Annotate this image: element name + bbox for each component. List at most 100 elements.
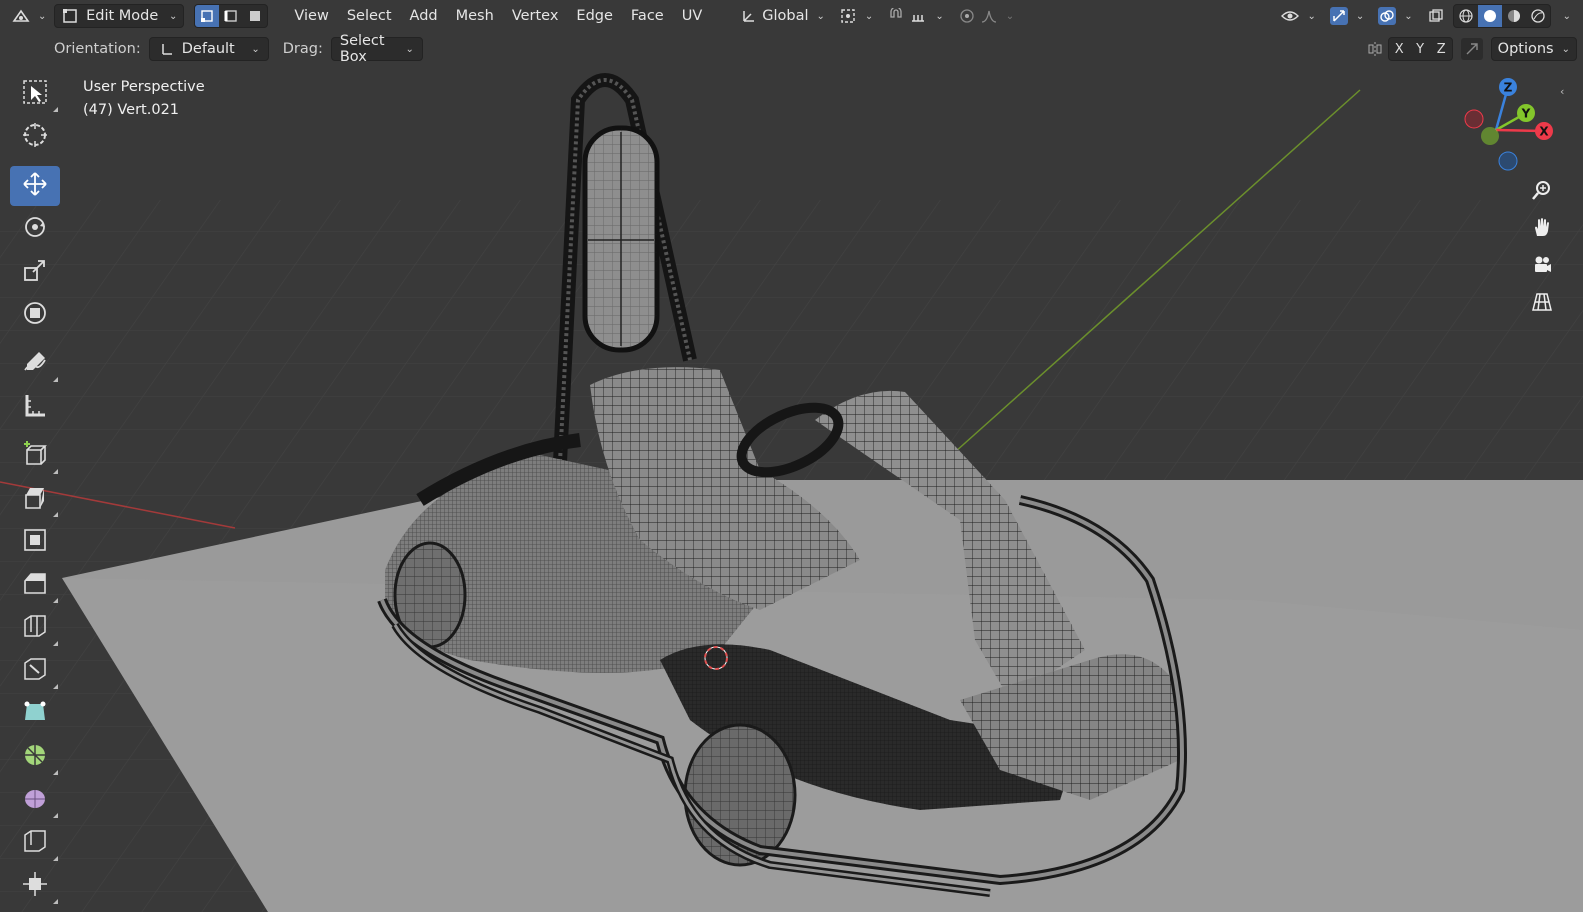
extrude-icon bbox=[21, 483, 49, 515]
grid-perspective-icon bbox=[1531, 291, 1553, 317]
object-info: (47) Vert.021 bbox=[83, 102, 180, 118]
spin-tool[interactable] bbox=[10, 737, 60, 777]
menu-select[interactable]: Select bbox=[339, 4, 400, 28]
add-cube-tool[interactable] bbox=[10, 436, 60, 476]
chevron-down-icon: ⌄ bbox=[1005, 10, 1015, 22]
menu-add[interactable]: Add bbox=[402, 4, 446, 28]
bevel-icon bbox=[21, 569, 49, 601]
chevron-down-icon: ⌄ bbox=[1355, 10, 1365, 22]
select-mode-group bbox=[194, 4, 269, 28]
transform-tool[interactable] bbox=[10, 295, 60, 335]
3d-viewport[interactable]: ⌄ Edit Mode ⌄ View Select Add Mesh Verte… bbox=[0, 0, 1583, 912]
edit-mode-icon bbox=[61, 7, 79, 25]
viewport-info: User Perspective (47) Vert.021 bbox=[83, 76, 205, 122]
orientation-dropdown[interactable]: Default ⌄ bbox=[148, 37, 269, 61]
pan-button[interactable] bbox=[1524, 211, 1560, 247]
chevron-down-icon: ⌄ bbox=[1307, 10, 1316, 22]
menu-edge[interactable]: Edge bbox=[568, 4, 621, 28]
visibility-dropdown[interactable]: ⌄ bbox=[1275, 4, 1321, 28]
sidebar-toggle[interactable]: ‹ bbox=[1560, 83, 1568, 98]
zoom-icon bbox=[1531, 179, 1553, 205]
snap-increment-icon bbox=[909, 7, 927, 25]
chevron-left-icon: ‹ bbox=[1560, 85, 1565, 98]
knife-tool[interactable] bbox=[10, 651, 60, 691]
shrink-fatten-tool[interactable] bbox=[10, 866, 60, 906]
edge-slide-icon bbox=[21, 827, 49, 859]
measure-tool[interactable] bbox=[10, 387, 60, 427]
menu-mesh[interactable]: Mesh bbox=[448, 4, 502, 28]
vertex-select-icon[interactable] bbox=[195, 5, 220, 27]
perspective-toggle-button[interactable] bbox=[1524, 286, 1560, 322]
scene-render bbox=[0, 0, 1583, 912]
mode-label: Edit Mode bbox=[86, 8, 159, 24]
rendered-shading-icon[interactable] bbox=[1526, 5, 1550, 27]
chevron-down-icon: ⌄ bbox=[1561, 43, 1570, 55]
options-label: Options bbox=[1497, 41, 1554, 57]
proportional-icon bbox=[958, 7, 976, 25]
poly-build-tool[interactable] bbox=[10, 694, 60, 734]
gizmo-y-label: Y bbox=[1521, 107, 1531, 121]
menu-face[interactable]: Face bbox=[623, 4, 672, 28]
annotate-tool[interactable] bbox=[10, 344, 60, 384]
inset-tool[interactable] bbox=[10, 522, 60, 562]
wireframe-shading-icon[interactable] bbox=[1454, 5, 1478, 27]
overlays-toggle[interactable]: ⌄ bbox=[1372, 4, 1418, 28]
mirror-z-button[interactable]: Z bbox=[1431, 38, 1452, 60]
gizmo-z-label: Z bbox=[1504, 81, 1513, 95]
solid-shading-icon[interactable] bbox=[1477, 5, 1502, 27]
mirror-x-button[interactable]: X bbox=[1389, 38, 1410, 60]
chevron-down-icon: ⌄ bbox=[169, 10, 178, 22]
drag-dropdown[interactable]: Select Box ⌄ bbox=[330, 33, 423, 65]
zoom-button[interactable] bbox=[1524, 174, 1560, 210]
hand-icon bbox=[1531, 216, 1553, 242]
xray-toggle[interactable] bbox=[1421, 4, 1451, 28]
inset-icon bbox=[21, 526, 49, 558]
extrude-tool[interactable] bbox=[10, 479, 60, 519]
pivot-point-dropdown[interactable]: ⌄ bbox=[833, 4, 879, 28]
mirror-y-button[interactable]: Y bbox=[1410, 38, 1431, 60]
cursor-tool[interactable] bbox=[10, 117, 60, 157]
orientation-icon bbox=[740, 7, 758, 25]
menu-view[interactable]: View bbox=[286, 4, 336, 28]
loop-cut-tool[interactable] bbox=[10, 608, 60, 648]
select-box-icon bbox=[21, 78, 49, 110]
navigation-gizmo[interactable]: Z Y X bbox=[1460, 75, 1560, 175]
rotate-tool[interactable] bbox=[10, 209, 60, 249]
bevel-tool[interactable] bbox=[10, 565, 60, 605]
menu-vertex[interactable]: Vertex bbox=[504, 4, 567, 28]
view-name: User Perspective bbox=[83, 79, 205, 95]
gizmo-toggle[interactable]: ⌄ bbox=[1324, 4, 1370, 28]
chevron-down-icon: ⌄ bbox=[1562, 10, 1571, 22]
orientation-icon bbox=[158, 40, 176, 58]
auto-merge-icon[interactable] bbox=[1460, 38, 1483, 60]
shading-options-dropdown[interactable]: ⌄ bbox=[1553, 4, 1577, 28]
edge-select-icon[interactable] bbox=[219, 5, 243, 27]
options-dropdown[interactable]: Options ⌄ bbox=[1490, 37, 1577, 61]
pivot-icon bbox=[839, 7, 857, 25]
drag-label: Drag: bbox=[282, 41, 323, 57]
snap-toggle[interactable]: ⌄ bbox=[881, 4, 949, 28]
move-icon bbox=[21, 170, 49, 202]
editor-type-button[interactable]: ⌄ bbox=[6, 4, 52, 28]
move-tool[interactable] bbox=[10, 166, 60, 206]
scale-tool[interactable] bbox=[10, 252, 60, 292]
falloff-icon bbox=[980, 7, 998, 25]
material-shading-icon[interactable] bbox=[1502, 5, 1526, 27]
edge-slide-tool[interactable] bbox=[10, 823, 60, 863]
camera-view-button[interactable] bbox=[1524, 249, 1560, 285]
face-select-icon[interactable] bbox=[243, 5, 267, 27]
menu-uv[interactable]: UV bbox=[674, 4, 711, 28]
proportional-editing-toggle[interactable]: ⌄ bbox=[952, 4, 1020, 28]
overlays-icon bbox=[1378, 7, 1397, 25]
chevron-down-icon: ⌄ bbox=[1404, 10, 1413, 22]
mode-selector[interactable]: Edit Mode ⌄ bbox=[54, 4, 185, 28]
loop-cut-icon bbox=[21, 612, 49, 644]
xray-icon bbox=[1427, 7, 1445, 25]
poly-build-icon bbox=[21, 698, 49, 730]
transform-orientation-dropdown[interactable]: Global ⌄ bbox=[734, 4, 831, 28]
select-box-tool[interactable] bbox=[10, 74, 60, 114]
knife-icon bbox=[21, 655, 49, 687]
scale-icon bbox=[21, 256, 49, 288]
orientation-value: Default bbox=[181, 41, 235, 57]
smooth-tool[interactable] bbox=[10, 780, 60, 820]
